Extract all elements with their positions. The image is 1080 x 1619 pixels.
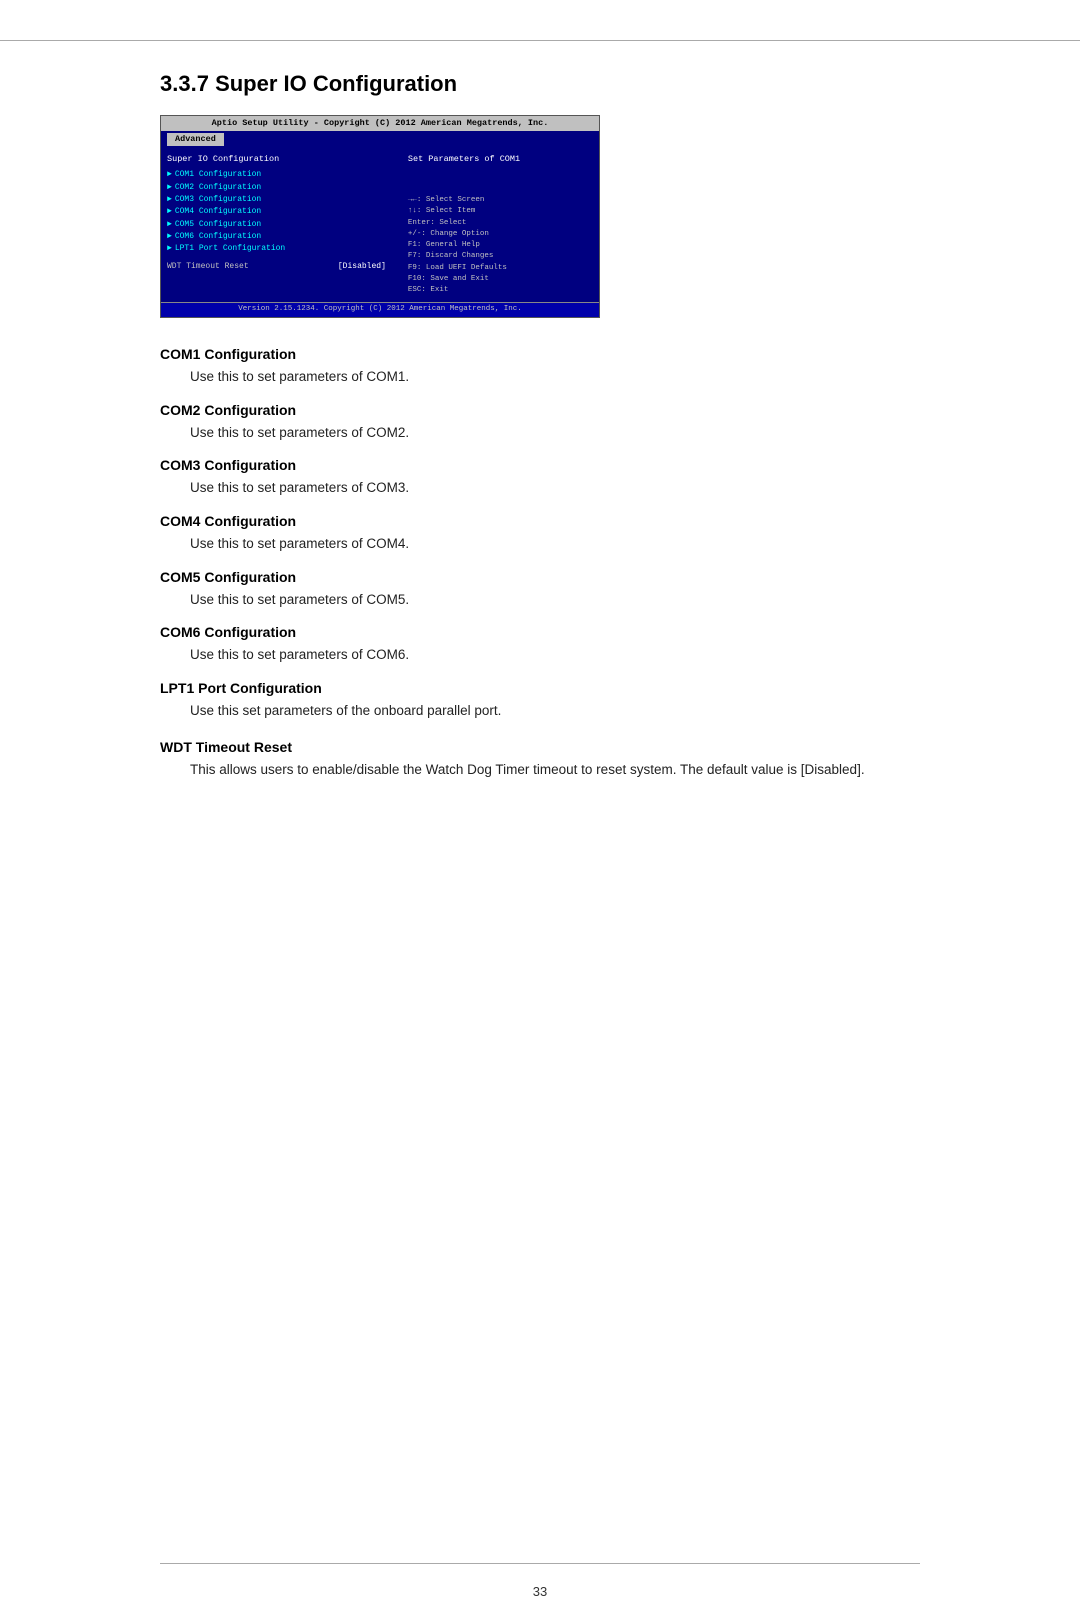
doc-com4-heading: COM4 Configuration — [160, 513, 920, 529]
bios-screenshot: Aptio Setup Utility - Copyright (C) 2012… — [160, 115, 600, 318]
bios-help-panel: →←: Select Screen ↑↓: Select Item Enter:… — [408, 195, 593, 296]
bottom-section — [0, 1563, 1080, 1574]
arrow-icon: ► — [167, 244, 172, 254]
doc-com1-heading: COM1 Configuration — [160, 346, 920, 362]
doc-wdt: WDT Timeout Reset This allows users to e… — [160, 739, 920, 781]
doc-lpt1-body: Use this set parameters of the onboard p… — [160, 700, 920, 722]
bios-right-desc: Set Parameters of COM1 — [408, 154, 593, 165]
bios-right-panel: Set Parameters of COM1 →←: Select Screen… — [402, 152, 599, 298]
help-line-8: F10: Save and Exit — [408, 274, 593, 285]
doc-lpt1: LPT1 Port Configuration Use this set par… — [160, 680, 920, 722]
help-line-9: ESC: Exit — [408, 285, 593, 296]
doc-com5-heading: COM5 Configuration — [160, 569, 920, 585]
arrow-icon: ► — [167, 183, 172, 193]
bios-tab-advanced[interactable]: Advanced — [167, 133, 224, 146]
doc-com6: COM6 Configuration Use this to set param… — [160, 624, 920, 666]
doc-wdt-body: This allows users to enable/disable the … — [160, 759, 920, 781]
bios-footer: Version 2.15.1234. Copyright (C) 2012 Am… — [161, 302, 599, 317]
bios-menu-com5[interactable]: ► COM5 Configuration — [167, 219, 396, 231]
doc-com2-body: Use this to set parameters of COM2. — [160, 422, 920, 444]
doc-wdt-heading: WDT Timeout Reset — [160, 739, 920, 755]
bios-menu-lpt1[interactable]: ► LPT1 Port Configuration — [167, 243, 396, 255]
bottom-rule — [160, 1563, 920, 1564]
bios-title-text: Aptio Setup Utility - Copyright (C) 2012… — [212, 118, 549, 128]
doc-com3-body: Use this to set parameters of COM3. — [160, 477, 920, 499]
help-line-4: +/-: Change Option — [408, 229, 593, 240]
content-area: 3.3.7 Super IO Configuration Aptio Setup… — [0, 41, 1080, 1563]
bios-screen-title: Super IO Configuration — [167, 154, 396, 165]
help-line-2: ↑↓: Select Item — [408, 206, 593, 217]
section-number: 3.3.7 — [160, 71, 209, 96]
bios-menu-com4[interactable]: ► COM4 Configuration — [167, 206, 396, 218]
doc-com6-body: Use this to set parameters of COM6. — [160, 644, 920, 666]
doc-lpt1-heading: LPT1 Port Configuration — [160, 680, 920, 696]
doc-com6-heading: COM6 Configuration — [160, 624, 920, 640]
help-line-7: F9: Load UEFI Defaults — [408, 263, 593, 274]
doc-com4-body: Use this to set parameters of COM4. — [160, 533, 920, 555]
doc-com3: COM3 Configuration Use this to set param… — [160, 457, 920, 499]
bios-menu-com1[interactable]: ► COM1 Configuration — [167, 169, 396, 181]
bios-tab-bar: Advanced — [161, 131, 599, 148]
doc-com5-body: Use this to set parameters of COM5. — [160, 589, 920, 611]
doc-com1: COM1 Configuration Use this to set param… — [160, 346, 920, 388]
arrow-icon: ► — [167, 170, 172, 180]
page-number: 33 — [0, 1574, 1080, 1619]
section-title-text: Super IO Configuration — [215, 71, 457, 96]
bios-wdt-value: [Disabled] — [338, 262, 386, 272]
bios-body: Super IO Configuration ► COM1 Configurat… — [161, 148, 599, 302]
bios-menu-com3[interactable]: ► COM3 Configuration — [167, 194, 396, 206]
bios-menu-com6[interactable]: ► COM6 Configuration — [167, 231, 396, 243]
section-title: 3.3.7 Super IO Configuration — [160, 71, 920, 97]
doc-com1-body: Use this to set parameters of COM1. — [160, 366, 920, 388]
bios-wdt-row: WDT Timeout Reset [Disabled] — [167, 262, 396, 272]
bios-title-bar: Aptio Setup Utility - Copyright (C) 2012… — [161, 116, 599, 131]
help-line-5: F1: General Help — [408, 240, 593, 251]
doc-com2-heading: COM2 Configuration — [160, 402, 920, 418]
doc-com4: COM4 Configuration Use this to set param… — [160, 513, 920, 555]
bios-left-panel: Super IO Configuration ► COM1 Configurat… — [161, 152, 402, 298]
arrow-icon: ► — [167, 207, 172, 217]
bios-footer-text: Version 2.15.1234. Copyright (C) 2012 Am… — [238, 305, 522, 313]
bios-wdt-label: WDT Timeout Reset — [167, 262, 249, 272]
help-line-6: F7: Discard Changes — [408, 251, 593, 262]
page-wrapper: 3.3.7 Super IO Configuration Aptio Setup… — [0, 0, 1080, 1619]
arrow-icon: ► — [167, 220, 172, 230]
arrow-icon: ► — [167, 195, 172, 205]
doc-com5: COM5 Configuration Use this to set param… — [160, 569, 920, 611]
help-line-3: Enter: Select — [408, 218, 593, 229]
arrow-icon: ► — [167, 232, 172, 242]
doc-com2: COM2 Configuration Use this to set param… — [160, 402, 920, 444]
doc-com3-heading: COM3 Configuration — [160, 457, 920, 473]
help-line-1: →←: Select Screen — [408, 195, 593, 206]
bios-menu-com2[interactable]: ► COM2 Configuration — [167, 182, 396, 194]
